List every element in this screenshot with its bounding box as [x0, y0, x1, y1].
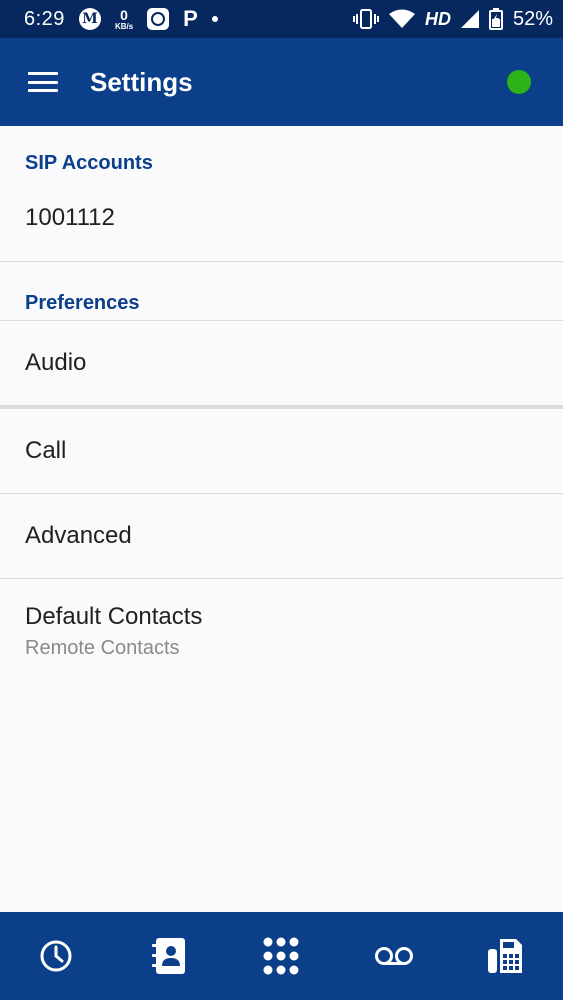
default-contacts-value: Remote Contacts: [25, 636, 180, 659]
fax-icon: [487, 939, 522, 973]
menu-icon[interactable]: [28, 70, 60, 94]
m-app-icon: M: [78, 8, 101, 30]
nav-contacts-button[interactable]: [139, 926, 199, 986]
settings-item-call[interactable]: Call: [0, 409, 563, 493]
more-notifications-icon: [211, 16, 218, 22]
settings-item-default-contacts[interactable]: Default Contacts Remote Contacts: [0, 579, 563, 683]
nav-dialpad-button[interactable]: [251, 926, 311, 986]
network-speed-unit: KB/s: [114, 21, 134, 31]
network-speed-value: 0: [120, 6, 128, 23]
history-icon: [40, 940, 72, 972]
battery-percent: 52%: [512, 7, 553, 30]
nav-fax-button[interactable]: [477, 926, 537, 986]
section-header-preferences: Preferences: [25, 292, 140, 314]
contacts-icon: [151, 938, 185, 974]
settings-screen: 6:29 M 0 KB/s P HD 52% Settings SIP Acco…: [0, 0, 563, 1000]
status-right: HD 52%: [352, 7, 553, 31]
sip-account-item[interactable]: 1001112: [0, 175, 563, 261]
wifi-icon: [388, 9, 415, 28]
bottom-navigation: [0, 912, 563, 1000]
status-bar: 6:29 M 0 KB/s P HD 52%: [0, 0, 563, 38]
page-title: Settings: [90, 66, 193, 97]
default-contacts-label: Default Contacts: [25, 602, 203, 630]
nav-voicemail-button[interactable]: [364, 926, 424, 986]
settings-item-advanced[interactable]: Advanced: [0, 494, 563, 578]
network-speed-icon: 0 KB/s: [115, 8, 133, 31]
app-bar: Settings: [0, 38, 563, 126]
nav-history-button[interactable]: [26, 926, 86, 986]
status-time: 6:29: [24, 7, 65, 30]
vibrate-icon: [352, 9, 379, 29]
dialpad-icon: [263, 937, 299, 975]
app-notification-icon: [147, 8, 170, 30]
voicemail-icon: [375, 947, 414, 965]
settings-item-audio[interactable]: Audio: [0, 321, 563, 405]
cell-signal-icon: [460, 10, 479, 28]
status-left: 6:29 M 0 KB/s P: [24, 6, 218, 32]
registration-status-indicator: [507, 70, 531, 94]
network-type-label: HD: [424, 8, 451, 29]
section-header-sip-accounts: SIP Accounts: [25, 152, 153, 174]
battery-icon: [488, 8, 503, 30]
p-app-icon: P: [183, 6, 198, 31]
settings-list: SIP Accounts 1001112 Preferences Audio C…: [0, 126, 563, 912]
